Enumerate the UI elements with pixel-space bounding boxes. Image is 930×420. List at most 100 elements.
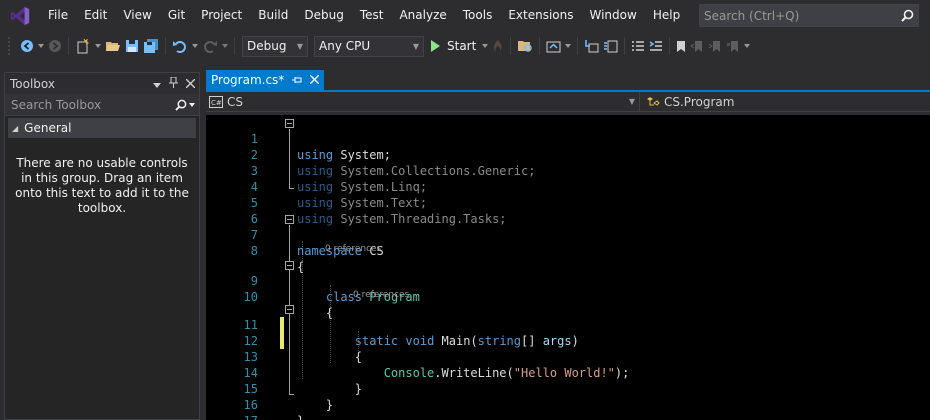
step-over-icon[interactable]	[603, 35, 618, 57]
code-line: 14 }	[206, 349, 930, 396]
toolbox-title: Toolbox	[10, 76, 55, 91]
menu-debug[interactable]: Debug	[296, 0, 351, 31]
window-position-icon[interactable]	[153, 77, 161, 91]
global-search	[699, 4, 919, 27]
code-line: 15 }	[206, 365, 930, 412]
chevron-down-icon: ▼	[628, 97, 635, 106]
chevron-down-icon[interactable]	[482, 35, 489, 57]
menu-file[interactable]: File	[40, 0, 76, 31]
menu-help[interactable]: Help	[645, 0, 688, 31]
code-line: 4 using System.Text;	[206, 163, 930, 210]
menu-tools[interactable]: Tools	[455, 0, 501, 31]
chevron-down-icon[interactable]	[222, 35, 228, 57]
toolbox-search-input[interactable]	[11, 97, 161, 112]
navigate-forward-icon[interactable]	[48, 35, 62, 57]
close-icon[interactable]	[309, 73, 320, 87]
redo-icon[interactable]	[202, 35, 218, 57]
menu-edit[interactable]: Edit	[76, 0, 115, 31]
menu-window[interactable]: Window	[582, 0, 645, 31]
navigate-back-icon[interactable]	[20, 35, 34, 57]
start-label: Start	[447, 39, 477, 53]
save-all-icon[interactable]	[143, 35, 159, 57]
code-area[interactable]: 1 using System; 2 using System.Collectio…	[206, 115, 930, 420]
toolbox-empty-message: There are no usable controls in this gro…	[15, 156, 189, 215]
code-line: 3 using System.Linq;	[206, 147, 930, 194]
svg-text:C#: C#	[211, 99, 222, 107]
document-tab-bar: Program.cs*	[206, 70, 930, 92]
list-members-icon[interactable]	[631, 35, 645, 57]
code-line: 8 {	[206, 227, 930, 274]
search-icon[interactable]	[175, 99, 195, 111]
menu-extensions[interactable]: Extensions	[500, 0, 581, 31]
toolbox-group-general[interactable]: ◢ General	[8, 118, 196, 138]
toolbox-header[interactable]: Toolbox	[5, 73, 199, 94]
navigation-bar: C# CS ▼ CS.Program	[206, 92, 930, 112]
menu-bar: File Edit View Git Project Build Debug T…	[0, 0, 930, 31]
pin-icon[interactable]	[292, 74, 302, 87]
toolbar-grip[interactable]	[8, 37, 12, 55]
codelens-references[interactable]: 0 references	[325, 242, 381, 256]
toolbox-search	[5, 94, 199, 116]
tab-program-cs[interactable]: Program.cs*	[206, 70, 325, 90]
toolbar-separator	[669, 37, 671, 55]
toolbar-separator	[624, 37, 626, 55]
chevron-down-icon[interactable]	[38, 35, 44, 57]
search-icon[interactable]	[896, 5, 918, 26]
open-folder-icon[interactable]	[105, 35, 121, 57]
solution-configuration-dropdown[interactable]: Debug ▼	[242, 35, 308, 57]
menu-analyze[interactable]: Analyze	[391, 0, 454, 31]
toolbar-separator	[234, 37, 235, 55]
save-icon[interactable]	[125, 35, 139, 57]
next-bookmark-icon[interactable]	[708, 35, 722, 57]
solution-configuration-value: Debug	[247, 39, 287, 53]
toolbar-separator	[510, 37, 512, 55]
standard-toolbar: Debug ▼ Any CPU ▼ Start	[0, 31, 930, 61]
tab-title: Program.cs*	[211, 73, 285, 87]
step-into-icon[interactable]	[584, 35, 599, 57]
previous-bookmark-icon[interactable]	[690, 35, 704, 57]
project-dropdown-value: CS	[227, 94, 243, 109]
play-icon	[431, 40, 440, 52]
menu-test[interactable]: Test	[352, 0, 392, 31]
toolbar-separator	[68, 37, 69, 55]
new-project-icon[interactable]	[75, 35, 91, 57]
menu-git[interactable]: Git	[160, 0, 193, 31]
global-search-input[interactable]	[700, 8, 896, 23]
undo-icon[interactable]	[172, 35, 188, 57]
code-line: 10 {	[206, 273, 930, 320]
chevron-down-icon: ▼	[412, 41, 419, 51]
codelens-references[interactable]: 0 references	[353, 288, 409, 302]
bookmark-icon[interactable]	[676, 35, 686, 57]
menu-build[interactable]: Build	[250, 0, 296, 31]
code-line: 1 using System;	[206, 115, 930, 162]
menu-project[interactable]: Project	[193, 0, 250, 31]
code-line: 13 Console.WriteLine("Hello World!");	[206, 333, 930, 380]
code-line: 17	[206, 397, 930, 420]
clear-bookmarks-icon[interactable]	[726, 35, 740, 57]
start-debugging-button[interactable]: Start	[427, 35, 480, 57]
hot-reload-icon[interactable]	[492, 35, 504, 57]
chevron-down-icon[interactable]	[95, 35, 101, 57]
solution-platform-dropdown[interactable]: Any CPU ▼	[314, 35, 424, 57]
code-line: 2 using System.Collections.Generic;	[206, 131, 930, 178]
code-line: 6	[206, 195, 930, 226]
browse-folder-icon[interactable]	[517, 35, 533, 57]
code-line: 12 {	[206, 317, 930, 364]
code-line: 9 class Program	[206, 257, 930, 304]
home-icon[interactable]	[546, 35, 561, 57]
pin-icon[interactable]	[169, 76, 178, 91]
toolbar-separator	[165, 37, 166, 55]
close-icon[interactable]	[185, 77, 196, 91]
chevron-down-icon[interactable]	[192, 35, 198, 57]
collapse-triangle-icon: ◢	[12, 123, 19, 133]
code-line: 16 }	[206, 381, 930, 420]
visual-studio-logo-icon[interactable]	[0, 0, 40, 31]
code-line: 11 static void Main(string[] args)	[206, 301, 930, 348]
project-dropdown[interactable]: C# CS ▼	[206, 92, 640, 111]
parameter-info-icon[interactable]	[649, 35, 663, 57]
chevron-down-icon[interactable]	[744, 35, 751, 57]
code-editor: Program.cs* C# CS ▼ CS.Program 1 using S…	[206, 70, 930, 420]
type-dropdown[interactable]: CS.Program	[640, 92, 930, 111]
chevron-down-icon[interactable]	[565, 35, 572, 57]
menu-view[interactable]: View	[115, 0, 159, 31]
